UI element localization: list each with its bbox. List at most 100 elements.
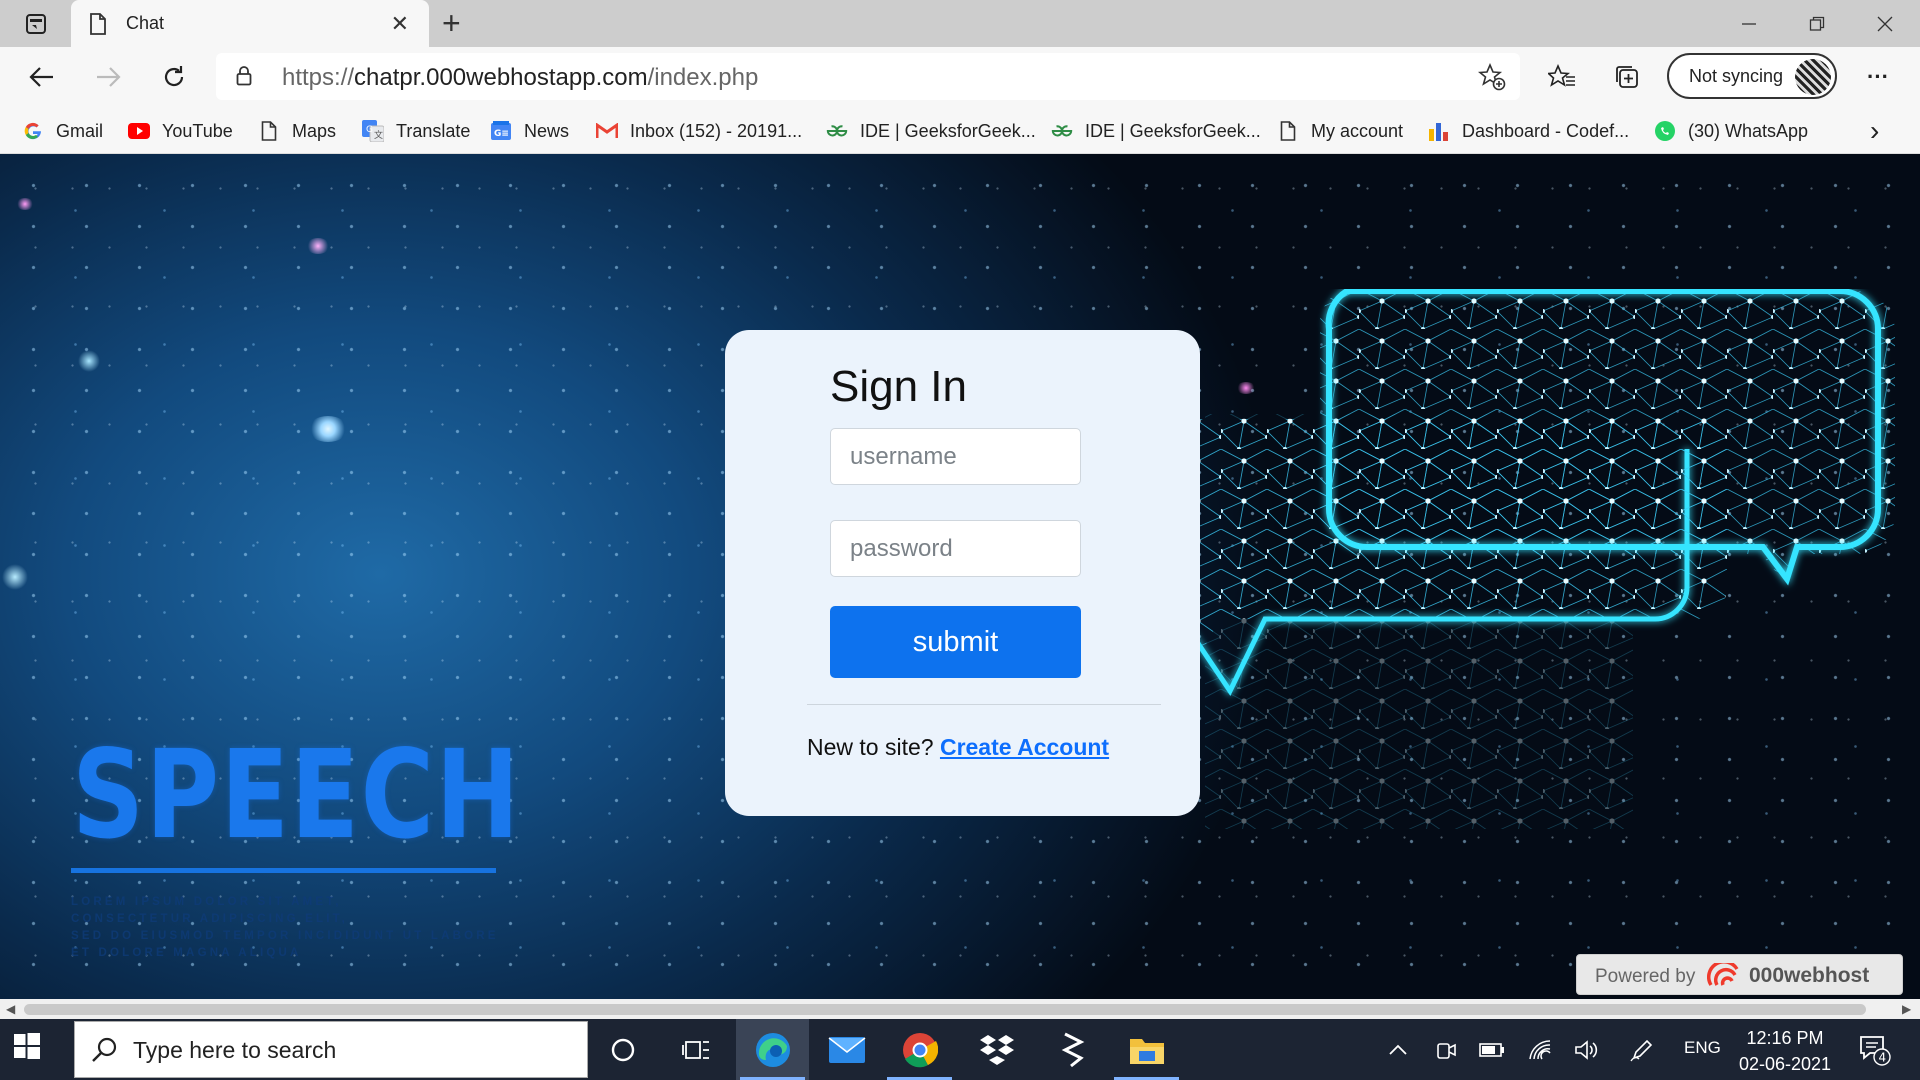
tab-title: Chat (126, 13, 165, 33)
task-view-button[interactable] (659, 1019, 732, 1080)
page-content: SPEECH LOREM IPSUM DOLOR SIT AMET, CONSE… (0, 154, 1920, 999)
bookmark-dashboard[interactable]: Dashboard - Codef... (1428, 116, 1629, 146)
000webhost-logo-icon (1707, 963, 1739, 986)
meet-now-button[interactable] (1428, 1019, 1464, 1080)
scroll-right-icon[interactable]: ▶ (1902, 1002, 1911, 1016)
show-hidden-icons-button[interactable] (1380, 1019, 1416, 1080)
star-glow (308, 416, 348, 442)
forward-button[interactable] (88, 57, 128, 97)
address-bar[interactable]: https://chatpr.000webhostapp.com/index.p… (216, 53, 1520, 100)
gmail-icon (596, 120, 618, 142)
taskbar-app-file-explorer[interactable] (1110, 1019, 1183, 1080)
bookmark-gmail[interactable]: Gmail (22, 116, 103, 146)
battery-button[interactable] (1474, 1019, 1510, 1080)
back-button[interactable] (22, 57, 62, 97)
card-divider (807, 704, 1161, 705)
pen-workspace-button[interactable] (1624, 1019, 1660, 1080)
scroll-left-icon[interactable]: ◀ (6, 1002, 15, 1016)
bookmark-maps[interactable]: Maps (258, 116, 336, 146)
edge-icon (755, 1032, 790, 1067)
geeksforgeeks-icon (1051, 120, 1073, 142)
notification-icon: 4 (1860, 1036, 1891, 1066)
bookmark-ide-gfg-2[interactable]: IDE | GeeksforGeek... (1051, 116, 1261, 146)
svg-text:G: G (366, 125, 373, 135)
collections-button[interactable] (1607, 57, 1647, 97)
restore-button[interactable] (1783, 0, 1851, 47)
tab-strip: Chat ✕ + (0, 0, 1920, 47)
submit-button[interactable]: submit (830, 606, 1081, 678)
bookmarks-bar: Gmail YouTube Maps G文 Translate G≡ News … (0, 108, 1920, 154)
close-icon (1877, 16, 1893, 31)
file-explorer-icon (1129, 1038, 1164, 1064)
news-icon: G≡ (490, 120, 512, 142)
minimize-button[interactable] (1715, 0, 1783, 47)
taskbar-app-dropbox[interactable] (960, 1019, 1033, 1080)
new-tab-button[interactable]: + (442, 7, 461, 39)
front-bubble-mesh (1319, 291, 1895, 579)
page-icon (90, 13, 106, 35)
horizontal-scrollbar[interactable]: ◀ ▶ (0, 999, 1920, 1019)
dropbox-icon (979, 1034, 1014, 1065)
translate-icon: G文 (362, 120, 384, 142)
tab-chat[interactable]: Chat ✕ (71, 0, 429, 47)
svg-text:G≡: G≡ (494, 129, 509, 139)
clock-time: 12:16 PM (1746, 1028, 1824, 1048)
battery-icon (1479, 1042, 1504, 1057)
username-input[interactable] (830, 428, 1081, 485)
task-view-icon (681, 1040, 709, 1059)
collections-icon (1616, 66, 1638, 88)
create-account-link[interactable]: Create Account (940, 734, 1109, 760)
bookmark-whatsapp[interactable]: (30) WhatsApp (1654, 116, 1808, 146)
bookmark-inbox[interactable]: Inbox (152) - 20191... (596, 116, 802, 146)
profile-sync-button[interactable]: Not syncing (1667, 53, 1837, 99)
tab-close-icon[interactable]: ✕ (391, 11, 409, 37)
avatar (1795, 59, 1831, 95)
hero-subtitle: LOREM IPSUM DOLOR SIT AMET, CONSECTETUR … (71, 896, 499, 959)
bookmark-ide-gfg-1[interactable]: IDE | GeeksforGeek... (826, 116, 1036, 146)
refresh-button[interactable] (154, 57, 194, 97)
window-close-button[interactable] (1851, 0, 1919, 47)
powered-by-badge[interactable]: Powered by 000webhost (1576, 954, 1903, 995)
system-clock[interactable]: 12:16 PM 02-06-2021 (1730, 1025, 1840, 1077)
pen-icon (1630, 1039, 1653, 1061)
taskbar-search-box[interactable]: Type here to search (74, 1021, 588, 1078)
bookmark-my-account[interactable]: My account (1277, 116, 1403, 146)
notifications-button[interactable]: 4 (1858, 1033, 1892, 1072)
network-button[interactable] (1522, 1019, 1558, 1080)
favorites-button[interactable] (1542, 57, 1582, 97)
more-menu-button[interactable]: ··· (1858, 57, 1898, 97)
scrollbar-thumb[interactable] (24, 1004, 1866, 1015)
tab-actions-button[interactable] (14, 11, 58, 37)
google-icon (22, 120, 44, 142)
cortana-button[interactable] (586, 1019, 659, 1080)
chat-bubbles-illustration (1175, 289, 1895, 829)
taskbar-app-edge[interactable] (736, 1019, 809, 1080)
bookmark-translate[interactable]: G文 Translate (362, 116, 470, 146)
volume-button[interactable] (1569, 1019, 1605, 1080)
taskbar-app-sublime[interactable] (1036, 1019, 1109, 1080)
star-glow (16, 198, 34, 210)
taskbar-app-mail[interactable] (810, 1019, 883, 1080)
meet-now-icon (1437, 1042, 1456, 1059)
forward-arrow-icon (97, 67, 121, 87)
powered-by-brand: 000webhost (1749, 964, 1870, 987)
bookmark-news[interactable]: G≡ News (490, 116, 569, 146)
geeksforgeeks-icon (826, 120, 848, 142)
minimize-icon (1742, 22, 1756, 25)
bookmark-youtube[interactable]: YouTube (128, 116, 233, 146)
lock-icon[interactable] (236, 66, 252, 86)
page-icon (258, 120, 280, 142)
star-glow (2, 564, 28, 590)
start-button[interactable] (14, 1033, 40, 1064)
star-glow (306, 238, 330, 254)
bookmarks-overflow-chevron-icon[interactable]: › (1870, 115, 1879, 146)
sublime-icon (1061, 1032, 1084, 1067)
url-text[interactable]: https://chatpr.000webhostapp.com/index.p… (282, 64, 758, 92)
taskbar-app-chrome[interactable] (883, 1019, 956, 1080)
add-favorite-icon[interactable] (1478, 63, 1506, 91)
wifi-icon (1529, 1039, 1551, 1059)
language-indicator[interactable]: ENG (1684, 1038, 1721, 1058)
cortana-icon (611, 1038, 634, 1061)
password-input[interactable] (830, 520, 1081, 577)
windows-taskbar: Type here to search ENG 12:16 PM 02-06-2… (0, 1019, 1920, 1080)
